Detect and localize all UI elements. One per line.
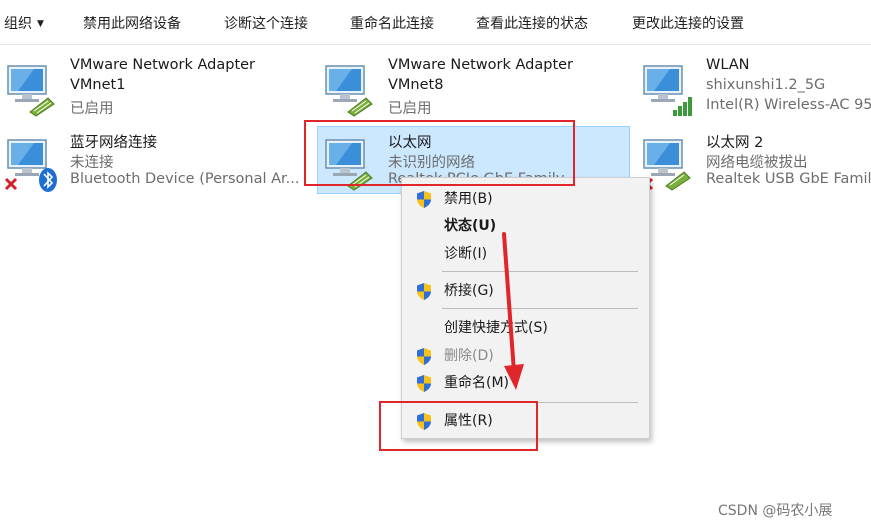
network-adapter-icon <box>325 139 373 191</box>
adapter-vmnet8[interactable]: VMware Network Adapter VMnet8 已启用 <box>322 57 622 120</box>
menu-separator <box>442 402 638 403</box>
adapter-status: 已启用 <box>70 101 114 117</box>
menu-item-label: 重命名(M) <box>444 375 510 391</box>
menu-separator <box>442 271 638 272</box>
uac-shield-icon <box>417 191 431 208</box>
uac-shield-icon <box>417 413 431 430</box>
diagnose-connection-button[interactable]: 诊断这个连接 <box>224 13 308 33</box>
network-adapter-icon <box>7 65 55 117</box>
adapter-status: 未识别的网络 <box>388 155 475 171</box>
menu-item-disable[interactable]: 禁用(B) <box>402 186 649 212</box>
adapter-name: VMware Network Adapter <box>70 57 256 73</box>
adapter-ethernet-2[interactable]: 以太网 2 网络电缆被拔出 Realtek USB GbE Family <box>640 132 871 194</box>
chevron-down-icon: ▼ <box>37 19 44 29</box>
menu-item-label: 桥接(G) <box>444 283 494 299</box>
menu-item-label: 诊断(I) <box>444 246 488 262</box>
adapter-status: 未连接 <box>70 155 114 171</box>
adapter-wlan[interactable]: WLAN shixunshi1.2_5G Intel(R) Wireless-A… <box>640 58 871 120</box>
adapter-device: VMnet1 <box>70 77 126 93</box>
adapter-network: shixunshi1.2_5G <box>706 77 826 93</box>
change-settings-button[interactable]: 更改此连接的设置 <box>632 13 744 33</box>
adapter-status: 网络电缆被拔出 <box>706 155 808 171</box>
menu-item-label: 创建快捷方式(S) <box>444 320 548 336</box>
disable-device-button[interactable]: 禁用此网络设备 <box>83 13 181 33</box>
menu-item-status[interactable]: 状态(U) <box>402 213 649 239</box>
adapter-name: WLAN <box>706 58 750 73</box>
view-status-button[interactable]: 查看此连接的状态 <box>476 13 588 33</box>
context-menu: 禁用(B) 状态(U) 诊断(I) 桥接(G) 创建快捷方式(S) 删除(D) … <box>401 177 650 439</box>
network-adapter-icon <box>325 65 373 117</box>
menu-item-bridge[interactable]: 桥接(G) <box>402 278 649 304</box>
adapter-name: 蓝牙网络连接 <box>70 135 157 151</box>
organize-menu-button[interactable]: 组织 ▼ <box>4 13 44 33</box>
adapter-name: VMware Network Adapter <box>388 57 574 73</box>
adapter-bluetooth[interactable]: 蓝牙网络连接 未连接 Bluetooth Device (Personal Ar… <box>4 132 300 194</box>
menu-item-label: 删除(D) <box>444 348 494 364</box>
adapter-vmnet1[interactable]: VMware Network Adapter VMnet1 已启用 <box>4 57 304 120</box>
adapter-device: Realtek USB GbE Family <box>706 171 871 187</box>
bluetooth-icon <box>4 139 57 192</box>
adapter-device: Bluetooth Device (Personal Ar... <box>70 171 300 187</box>
uac-shield-icon <box>417 348 431 365</box>
menu-item-rename[interactable]: 重命名(M) <box>402 370 649 396</box>
menu-item-label: 状态(U) <box>444 218 497 234</box>
organize-label: 组织 <box>4 16 32 32</box>
menu-item-diagnose[interactable]: 诊断(I) <box>402 241 649 267</box>
uac-shield-icon <box>417 375 431 392</box>
rename-connection-button[interactable]: 重命名此连接 <box>350 13 434 33</box>
adapter-device: VMnet8 <box>388 77 444 93</box>
menu-item-delete[interactable]: 删除(D) <box>402 343 649 369</box>
adapter-device: Intel(R) Wireless-AC 95 <box>706 97 871 113</box>
wifi-signal-icon <box>643 65 692 116</box>
command-bar: 组织 ▼ 禁用此网络设备 诊断这个连接 重命名此连接 查看此连接的状态 更改此连接… <box>0 0 871 45</box>
adapter-name: 以太网 2 <box>706 135 764 151</box>
menu-item-label: 属性(R) <box>444 413 493 429</box>
menu-item-properties[interactable]: 属性(R) <box>402 408 649 434</box>
menu-item-label: 禁用(B) <box>444 191 493 207</box>
menu-item-create-shortcut[interactable]: 创建快捷方式(S) <box>402 315 649 341</box>
menu-separator <box>442 308 638 309</box>
adapter-name: 以太网 <box>388 135 432 151</box>
adapter-status: 已启用 <box>388 101 432 117</box>
watermark: CSDN @码农小展 <box>718 503 833 519</box>
uac-shield-icon <box>417 283 431 300</box>
